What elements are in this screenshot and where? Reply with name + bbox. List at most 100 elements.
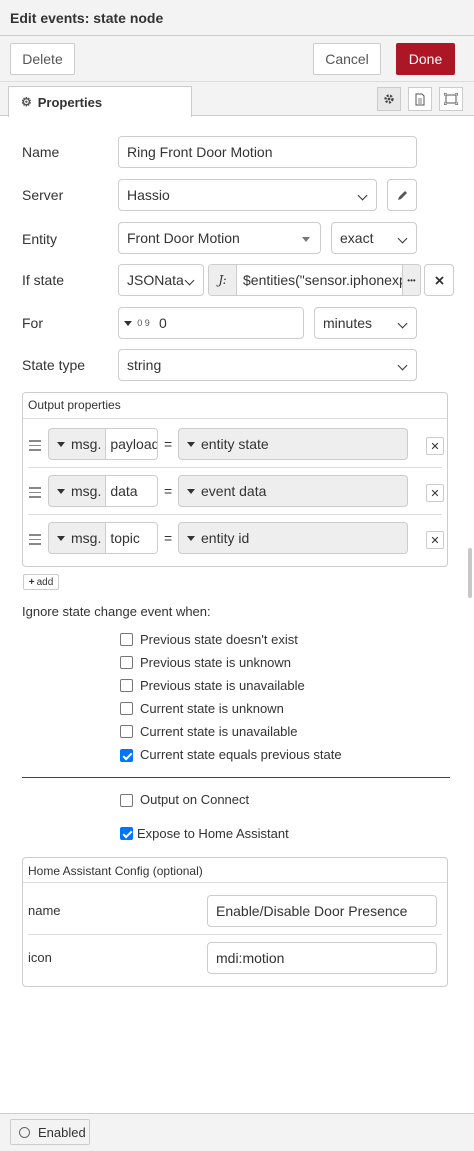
output-value: entity state (201, 436, 269, 452)
name-input[interactable]: Ring Front Door Motion (118, 136, 417, 168)
output-value-select[interactable]: event data (178, 475, 408, 507)
close-icon (434, 275, 444, 285)
output-prop-type-select[interactable]: msg. topic (48, 522, 158, 554)
delete-button[interactable]: Delete (10, 43, 75, 75)
server-value: Hassio (127, 187, 170, 203)
appearance-tab-icon[interactable] (439, 87, 463, 111)
output-prop-name: payload (105, 429, 157, 459)
output-properties-legend: Output properties (28, 398, 121, 412)
number-type-icon: 0 9 (119, 308, 155, 338)
for-input[interactable]: 0 9 0 (118, 307, 304, 339)
enabled-label: Enabled (38, 1124, 86, 1140)
divider (23, 882, 447, 883)
for-value: 0 (159, 315, 167, 331)
if-state-label: If state (22, 272, 65, 288)
ignore-curr-unavailable-checkbox[interactable] (120, 725, 133, 738)
ignore-heading: Ignore state change event when: (22, 604, 211, 619)
ha-name-label: name (28, 903, 61, 918)
dialog-title: Edit events: state node (10, 10, 164, 26)
scrollbar[interactable] (468, 548, 472, 598)
name-label: Name (22, 144, 60, 160)
tab-properties[interactable]: ⚙ Properties (8, 86, 192, 117)
ignore-prev-unknown-checkbox[interactable] (120, 656, 133, 669)
for-unit-select[interactable]: minutes (314, 307, 417, 339)
entity-value: Front Door Motion (127, 230, 240, 246)
remove-row-button[interactable]: ✕ (426, 437, 444, 455)
circle-icon (19, 1126, 30, 1138)
enabled-toggle-button[interactable]: Enabled (10, 1119, 90, 1145)
checkbox-label: Previous state is unavailable (140, 678, 305, 693)
done-button[interactable]: Done (396, 43, 455, 75)
output-prop-type-select[interactable]: msg. payload (48, 428, 158, 460)
settings-tab-icon[interactable] (377, 87, 401, 111)
for-label: For (22, 315, 43, 331)
row-divider (28, 514, 442, 515)
checkbox-label: Output on Connect (140, 792, 250, 807)
gear-icon: ⚙ (21, 95, 32, 109)
if-state-expression-input[interactable]: J: $entities("sensor.iphonexpr ••• (208, 264, 421, 296)
row-divider (28, 934, 442, 935)
equals-sign: = (164, 436, 173, 452)
entity-label: Entity (22, 231, 58, 247)
drag-handle-icon[interactable] (29, 534, 41, 548)
checkbox-label: Current state is unknown (140, 701, 284, 716)
server-select[interactable]: Hassio (118, 179, 377, 211)
clear-if-state-button[interactable] (424, 264, 454, 296)
tab-properties-label: Properties (37, 94, 103, 110)
remove-row-button[interactable]: ✕ (426, 531, 444, 549)
state-type-select[interactable]: string (118, 349, 417, 381)
output-value: entity id (201, 530, 250, 546)
section-divider (22, 777, 450, 778)
ha-name-input[interactable]: Enable/Disable Door Presence (207, 895, 437, 927)
tab-bar: ⚙ Properties (0, 82, 474, 117)
drag-handle-icon[interactable] (29, 487, 41, 501)
expand-editor-button[interactable]: ••• (402, 265, 420, 295)
state-type-label: State type (22, 357, 86, 373)
expose-checkbox[interactable] (120, 827, 133, 840)
server-label: Server (22, 187, 64, 203)
ignore-curr-unknown-checkbox[interactable] (120, 702, 133, 715)
entity-match-select[interactable]: exact (331, 222, 417, 254)
ignore-curr-equals-prev-checkbox[interactable] (120, 749, 133, 762)
checkbox-label: Previous state doesn't exist (140, 632, 298, 647)
if-state-type-select[interactable]: JSONata (118, 264, 204, 296)
equals-sign: = (164, 530, 173, 546)
entity-input[interactable]: Front Door Motion (118, 222, 321, 254)
ha-icon-input[interactable]: mdi:motion (207, 942, 437, 974)
frame-icon (444, 93, 458, 105)
ha-config-legend: Home Assistant Config (optional) (28, 864, 203, 878)
if-state-type: JSONata (127, 272, 184, 288)
remove-row-button[interactable]: ✕ (426, 484, 444, 502)
state-type-value: string (127, 357, 162, 373)
ignore-prev-not-exist-checkbox[interactable] (120, 633, 133, 646)
edit-server-button[interactable] (387, 179, 417, 211)
document-icon (415, 93, 425, 105)
checkbox-label: Current state is unavailable (140, 724, 298, 739)
output-on-connect-checkbox[interactable] (120, 794, 133, 807)
output-prop-type-select[interactable]: msg. data (48, 475, 158, 507)
entity-match-value: exact (340, 230, 374, 246)
output-prop-prefix: msg. (71, 530, 102, 546)
output-prop-name: topic (105, 523, 157, 553)
description-tab-icon[interactable] (408, 87, 432, 111)
divider (23, 418, 447, 419)
output-prop-prefix: msg. (71, 483, 102, 499)
output-prop-prefix: msg. (71, 436, 102, 452)
checkbox-label: Current state equals previous state (140, 747, 342, 762)
output-value-select[interactable]: entity id (178, 522, 408, 554)
output-value-select[interactable]: entity state (178, 428, 408, 460)
equals-sign: = (164, 483, 173, 499)
dialog-toolbar: Delete Cancel Done (0, 36, 474, 82)
ignore-prev-unavailable-checkbox[interactable] (120, 679, 133, 692)
add-output-property-button[interactable]: + add (23, 574, 59, 590)
output-prop-name: data (105, 476, 157, 506)
gear-icon (384, 94, 394, 104)
output-value: event data (201, 483, 267, 499)
pencil-icon (397, 190, 407, 200)
for-unit: minutes (323, 315, 373, 331)
checkbox-label: Expose to Home Assistant (137, 826, 289, 841)
cancel-button[interactable]: Cancel (313, 43, 381, 75)
drag-handle-icon[interactable] (29, 440, 41, 454)
ha-icon-label: icon (28, 950, 52, 965)
dialog-titlebar: Edit events: state node (0, 0, 474, 36)
